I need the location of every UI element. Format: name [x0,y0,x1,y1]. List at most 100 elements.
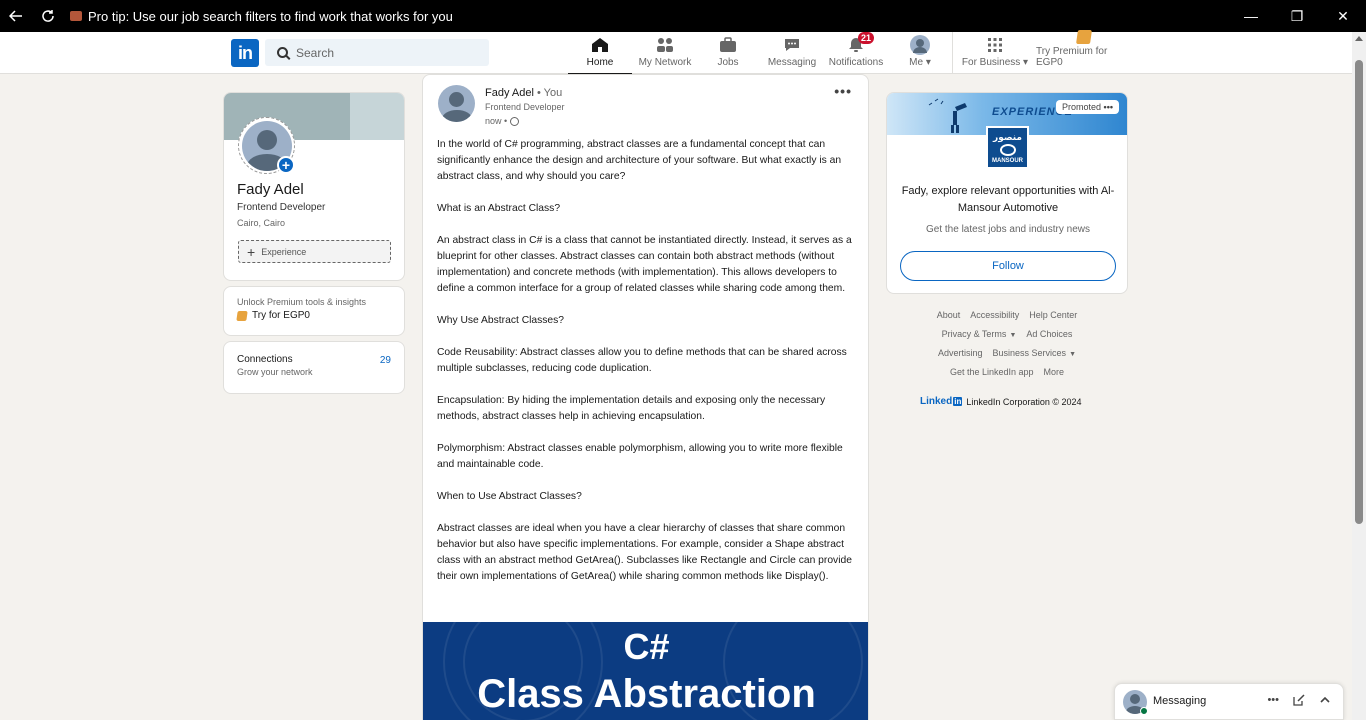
page-scrollbar[interactable] [1352,32,1366,720]
top-navigation: in Home My Network Jobs Messaging 21 Not… [0,30,1352,75]
window-title: Pro tip: Use our job search filters to f… [88,8,453,24]
linkedin-wordmark: Linked in [920,396,963,407]
footer-row: About Accessibility Help Center [886,310,1128,320]
premium-icon [236,310,248,321]
post-time-text: now • [485,116,508,126]
compose-icon[interactable] [1293,694,1305,709]
linkedin-logo[interactable]: in [231,39,259,67]
nav-for-business-label: For Business ▾ [962,57,1028,68]
nav-try-premium-label: Try Premium for EGP0 [1036,46,1108,68]
nav-messaging-label: Messaging [767,57,817,68]
ad-headline: Fady, explore relevant opportunities wit… [901,185,1115,214]
search-icon [277,47,288,58]
chevron-down-icon: ▾ [1023,57,1029,68]
chevron-up-icon[interactable] [1319,694,1331,709]
post-body: In the world of C# programming, abstract… [437,137,857,601]
logo-mark-icon [999,143,1016,156]
add-photo-icon[interactable]: + [277,156,295,174]
chevron-down-icon: ▼ [1069,351,1076,358]
mansour-logo[interactable]: منصور MANSOUR [986,126,1029,169]
post-card: Fady Adel • You Frontend Developer now •… [422,74,869,720]
scrollbar-thumb[interactable] [1355,60,1363,524]
post-paragraph: An abstract class in C# is a class that … [437,235,852,294]
post-paragraph: Code Reusability: Abstract classes allow… [437,347,847,374]
profile-name[interactable]: Fady Adel [237,181,304,198]
premium-link[interactable]: Try for EGP0 [236,310,391,321]
premium-card[interactable]: Unlock Premium tools & insights Try for … [223,286,405,336]
nav-home-label: Home [586,57,614,68]
nav-notifications-label: Notifications [828,57,884,68]
footer-link-privacy-terms[interactable]: Privacy & Terms ▼ [942,329,1017,339]
post-paragraph: Abstract classes are ideal when you have… [437,523,852,582]
footer-link-about[interactable]: About [937,310,961,320]
footer-row: Get the LinkedIn app More [886,367,1128,377]
copyright-text: LinkedIn Corporation © 2024 [966,396,1082,407]
plus-icon: + [247,243,256,260]
nav-try-premium[interactable]: Try Premium for EGP0 [1036,30,1132,74]
close-button[interactable]: ✕ [1320,0,1366,32]
connections-sub: Grow your network [237,367,313,377]
footer-link-accessibility[interactable]: Accessibility [970,310,1019,320]
footer-link-help-center[interactable]: Help Center [1029,310,1077,320]
post-image[interactable]: C# Class Abstraction [423,622,868,720]
nav-jobs[interactable]: Jobs [705,32,751,74]
nav-my-network[interactable]: My Network [634,32,696,74]
scroll-up-arrow-icon[interactable] [1355,36,1363,41]
premium-text: Unlock Premium tools & insights [237,297,367,307]
footer-row: Advertising Business Services ▼ [886,348,1128,358]
back-arrow-icon[interactable] [0,0,32,32]
profile-location: Cairo, Cairo [237,218,286,228]
maximize-button[interactable]: ❐ [1274,0,1320,32]
post-author-headline: Frontend Developer [485,102,565,112]
post-paragraph: Encapsulation: By hiding the implementat… [437,395,826,422]
footer-link-ad-choices[interactable]: Ad Choices [1026,329,1072,339]
connections-label: Connections [237,354,293,365]
nav-for-business[interactable]: For Business ▾ [960,32,1030,74]
refresh-icon[interactable] [32,0,64,32]
profile-title: Frontend Developer [237,202,326,213]
nav-home[interactable]: Home [568,32,632,75]
nav-my-network-label: My Network [638,57,692,68]
nav-divider [952,32,953,74]
notification-badge: 21 [857,32,874,44]
messaging-label: Messaging [1153,695,1207,707]
chat-icon [780,35,804,55]
avatar-icon [908,35,932,55]
more-options-icon[interactable]: ••• [834,83,852,99]
footer-link-business-services[interactable]: Business Services ▼ [993,348,1076,358]
nav-notifications[interactable]: 21 Notifications [826,32,886,74]
nav-me[interactable]: Me ▾ [896,32,944,74]
post-author[interactable]: Fady Adel • You [485,87,562,99]
footer-link-get-app[interactable]: Get the LinkedIn app [950,367,1034,377]
nav-for-business-text: For Business [961,57,1021,68]
footer-link-text: Business Services [992,348,1067,358]
search-bar[interactable] [265,39,489,66]
add-experience-button[interactable]: + Experience [238,240,391,263]
more-options-icon[interactable]: ••• [1267,694,1279,709]
minimize-button[interactable]: — [1228,0,1274,32]
bell-icon: 21 [844,32,874,55]
nav-jobs-label: Jobs [717,57,739,68]
connections-card[interactable]: Connections Grow your network 29 [223,341,405,394]
ad-card: EXPERIENCE Promoted ••• منصور MANSOUR Fa… [886,92,1128,294]
footer-link-more[interactable]: More [1044,367,1065,377]
online-status-icon [1140,707,1148,715]
messaging-dock[interactable]: Messaging ••• [1114,683,1344,720]
footer-row: Privacy & Terms ▼ Ad Choices [886,329,1128,339]
linkedin-wordmark-text: Linked [920,396,953,407]
post-author-avatar[interactable] [438,85,475,122]
post-paragraph: When to Use Abstract Classes? [437,491,582,502]
home-icon [588,35,612,55]
footer-link-advertising[interactable]: Advertising [938,348,983,358]
post-paragraph: Polymorphism: Abstract classes enable po… [437,443,843,470]
footer-copyright: Linked in LinkedIn Corporation © 2024 [920,396,1082,407]
search-input[interactable] [296,45,476,60]
chevron-down-icon: ▼ [1009,332,1017,339]
more-options-icon[interactable]: ••• [1104,102,1113,112]
nav-messaging[interactable]: Messaging [764,32,820,74]
premium-link-label: Try for EGP0 [252,310,310,321]
post-timestamp: now • [485,116,520,126]
follow-button[interactable]: Follow [900,251,1116,281]
window-title-bar: Pro tip: Use our job search filters to f… [0,0,1366,32]
promoted-label[interactable]: Promoted ••• [1056,100,1119,114]
